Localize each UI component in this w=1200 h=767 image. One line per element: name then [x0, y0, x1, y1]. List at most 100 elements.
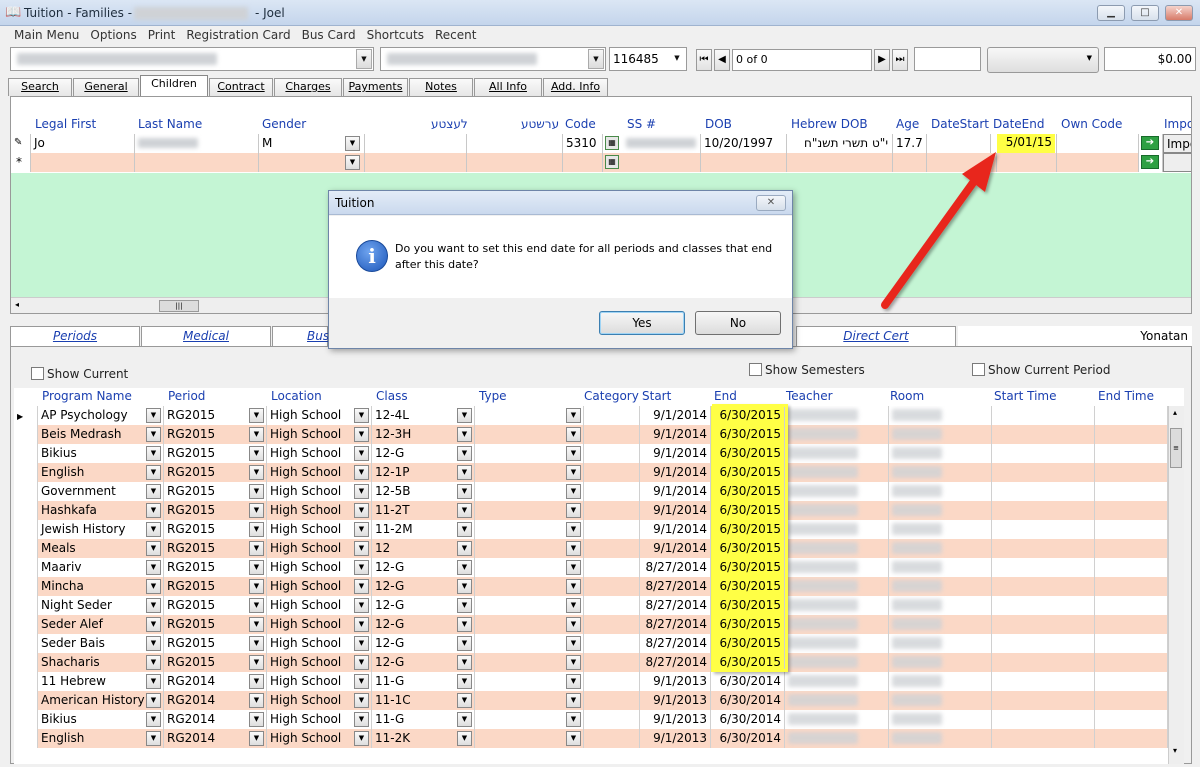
teacher[interactable]: [785, 596, 889, 615]
new-code[interactable]: [563, 153, 603, 172]
category[interactable]: [584, 539, 640, 558]
chevron-down-icon[interactable]: ▼: [457, 598, 472, 613]
category[interactable]: [584, 406, 640, 425]
chevron-down-icon[interactable]: ▼: [146, 731, 161, 746]
vertical-scrollbar[interactable]: ▴ ≡ ▾: [1168, 406, 1184, 764]
chevron-down-icon[interactable]: ▼: [354, 617, 369, 632]
end-time[interactable]: [1095, 672, 1168, 691]
location[interactable]: High School ▼: [267, 482, 372, 501]
class[interactable]: 12-3H ▼: [372, 425, 475, 444]
room[interactable]: [889, 634, 992, 653]
location[interactable]: High School ▼: [267, 615, 372, 634]
type[interactable]: ▼: [475, 710, 584, 729]
period[interactable]: RG2015 ▼: [164, 634, 267, 653]
end-time[interactable]: [1095, 710, 1168, 729]
chevron-down-icon[interactable]: ▼: [354, 446, 369, 461]
period[interactable]: RG2015 ▼: [164, 444, 267, 463]
menu-item-bus-card[interactable]: Bus Card: [302, 28, 356, 42]
start-date[interactable]: 9/1/2014: [640, 463, 711, 482]
location[interactable]: High School ▼: [267, 691, 372, 710]
calendar-icon[interactable]: ▦: [605, 155, 619, 169]
start-time[interactable]: [992, 425, 1095, 444]
chevron-down-icon[interactable]: ▼: [354, 636, 369, 651]
start-date[interactable]: 9/1/2014: [640, 482, 711, 501]
lower-tab-medical[interactable]: Medical: [141, 326, 271, 346]
chevron-down-icon[interactable]: ▼: [354, 579, 369, 594]
chevron-down-icon[interactable]: ▼: [457, 522, 472, 537]
chevron-down-icon[interactable]: ▼: [457, 693, 472, 708]
room[interactable]: [889, 558, 992, 577]
start-time[interactable]: [992, 482, 1095, 501]
end-time[interactable]: [1095, 425, 1168, 444]
row-selector[interactable]: [14, 482, 38, 501]
chevron-down-icon[interactable]: ▼: [354, 522, 369, 537]
chevron-down-icon[interactable]: ▼: [249, 408, 264, 423]
program-name[interactable]: Night Seder ▼: [38, 596, 164, 615]
child-last-name[interactable]: [135, 134, 259, 153]
end-time[interactable]: [1095, 558, 1168, 577]
row-selector[interactable]: [14, 634, 38, 653]
child-first-name[interactable]: Jo: [31, 134, 135, 153]
start-date[interactable]: 9/1/2013: [640, 710, 711, 729]
first-record-button[interactable]: ⏮: [696, 49, 712, 71]
room[interactable]: [889, 520, 992, 539]
chevron-down-icon[interactable]: ▼: [249, 712, 264, 727]
end-time[interactable]: [1095, 539, 1168, 558]
chevron-down-icon[interactable]: ▼: [457, 446, 472, 461]
class[interactable]: 12-G ▼: [372, 653, 475, 672]
program-name[interactable]: Government ▼: [38, 482, 164, 501]
toolbar-blank-field[interactable]: [914, 47, 981, 71]
end-date[interactable]: 6/30/2015: [711, 558, 785, 577]
start-date[interactable]: 9/1/2013: [640, 672, 711, 691]
menu-item-registration-card[interactable]: Registration Card: [186, 28, 290, 42]
show-semesters-checkbox[interactable]: [749, 363, 762, 376]
table-row[interactable]: Bikius ▼ RG2015 ▼ High School ▼ 12-G ▼ ▼ 9/1/2014…: [14, 444, 1184, 463]
menu-item-shortcuts[interactable]: Shortcuts: [367, 28, 424, 42]
lower-tab-direct-cert[interactable]: Direct Cert: [796, 326, 956, 346]
class[interactable]: 12-G ▼: [372, 596, 475, 615]
chevron-down-icon[interactable]: ▼: [566, 560, 581, 575]
chevron-down-icon[interactable]: ▼: [146, 693, 161, 708]
lower-tab-periods[interactable]: Periods: [10, 326, 140, 346]
category[interactable]: [584, 615, 640, 634]
chevron-down-icon[interactable]: ▼: [354, 693, 369, 708]
room[interactable]: [889, 653, 992, 672]
room[interactable]: [889, 615, 992, 634]
row-selector[interactable]: [14, 672, 38, 691]
location[interactable]: High School ▼: [267, 672, 372, 691]
table-row[interactable]: Seder Bais ▼ RG2015 ▼ High School ▼ 12-G ▼ ▼ 8/27…: [14, 634, 1184, 653]
new-import-button[interactable]: [1163, 153, 1191, 172]
type[interactable]: ▼: [475, 520, 584, 539]
room[interactable]: [889, 710, 992, 729]
chevron-down-icon[interactable]: ▼: [249, 541, 264, 556]
chevron-down-icon[interactable]: ▼: [457, 731, 472, 746]
chevron-down-icon[interactable]: ▼: [356, 49, 372, 69]
category[interactable]: [584, 482, 640, 501]
program-name[interactable]: Bikius ▼: [38, 710, 164, 729]
period[interactable]: RG2015 ▼: [164, 463, 267, 482]
period[interactable]: RG2015 ▼: [164, 482, 267, 501]
next-record-button[interactable]: ▶: [874, 49, 890, 71]
chevron-down-icon[interactable]: ▼: [354, 427, 369, 442]
location[interactable]: High School ▼: [267, 520, 372, 539]
table-row[interactable]: Hashkafa ▼ RG2015 ▼ High School ▼ 11-2T ▼ ▼ 9/1/2…: [14, 501, 1184, 520]
start-time[interactable]: [992, 729, 1095, 748]
chevron-down-icon[interactable]: ▼: [457, 712, 472, 727]
import-button[interactable]: Impo: [1163, 134, 1191, 153]
end-date[interactable]: 6/30/2015: [711, 425, 785, 444]
chevron-down-icon[interactable]: ▼: [354, 541, 369, 556]
chevron-down-icon[interactable]: ▼: [566, 522, 581, 537]
table-row[interactable]: Beis Medrash ▼ RG2015 ▼ High School ▼ 12-3H ▼ ▼ 9…: [14, 425, 1184, 444]
end-date[interactable]: 6/30/2015: [711, 520, 785, 539]
yes-button[interactable]: Yes: [599, 311, 685, 335]
location[interactable]: High School ▼: [267, 653, 372, 672]
chevron-down-icon[interactable]: ▼: [249, 731, 264, 746]
row-selector[interactable]: [14, 710, 38, 729]
category[interactable]: [584, 653, 640, 672]
tab-charges[interactable]: Charges: [274, 78, 342, 96]
row-selector[interactable]: [14, 653, 38, 672]
table-row[interactable]: Bikius ▼ RG2014 ▼ High School ▼ 11-G ▼ ▼ 9/1/2013…: [14, 710, 1184, 729]
child-gender[interactable]: M ▼: [259, 134, 365, 153]
child-own-code[interactable]: [1057, 134, 1139, 153]
chevron-down-icon[interactable]: ▼: [457, 579, 472, 594]
